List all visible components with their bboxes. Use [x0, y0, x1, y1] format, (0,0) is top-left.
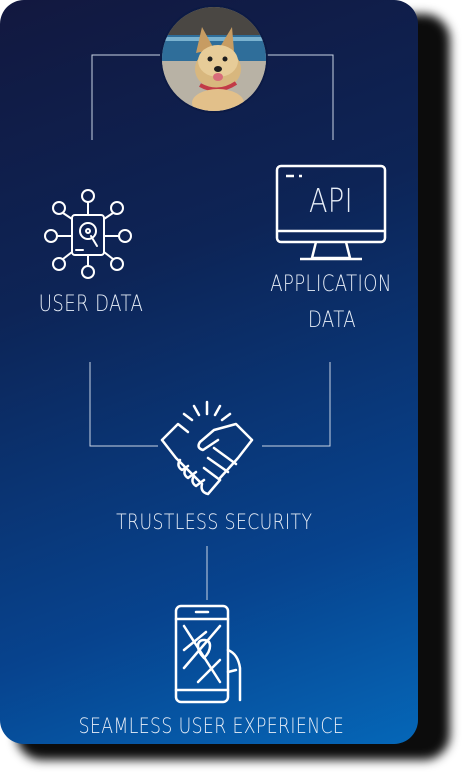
connector-app-data-security: [262, 362, 331, 447]
connector-avatar-app-data: [262, 54, 334, 140]
hard-drive-network-icon: [44, 189, 132, 279]
application-data-label-line2: DATA: [307, 308, 357, 333]
seamless-ux-label: SEAMLESS USER EXPERIENCE: [78, 714, 345, 738]
dog-avatar: [160, 5, 268, 113]
api-label: API: [308, 181, 354, 220]
connector-user-data-security: [89, 362, 158, 447]
connector-avatar-user-data: [91, 54, 160, 140]
diagram-card: API USER DATA APPLICATION DATA TRUSTLESS…: [0, 0, 418, 744]
handshake-icon: [160, 400, 254, 496]
smartphone-map-icon: [174, 604, 242, 704]
trustless-security-label: TRUSTLESS SECURITY: [116, 510, 313, 534]
application-data-label-line1: APPLICATION: [270, 272, 392, 297]
user-data-label: USER DATA: [38, 292, 144, 317]
